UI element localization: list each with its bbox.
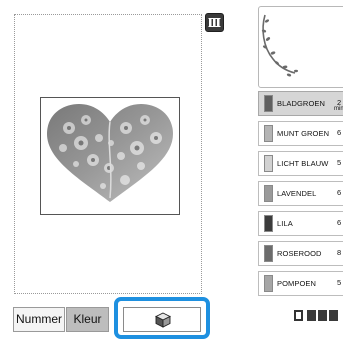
color-order-number: 6 bbox=[337, 128, 342, 137]
spool-icon bbox=[329, 310, 338, 321]
color-swatch bbox=[264, 245, 273, 262]
leaf-branch-preview bbox=[261, 14, 298, 77]
color-name: LILA bbox=[277, 219, 293, 228]
color-order-number: 5 bbox=[337, 278, 342, 287]
heart-floral-design bbox=[47, 104, 173, 202]
color-part-thumbnail bbox=[258, 6, 343, 88]
color-name: POMPOEN bbox=[277, 279, 317, 288]
color-row-roserood[interactable]: ROSEROOD 8 bbox=[258, 241, 343, 266]
color-time-unit: min bbox=[334, 106, 343, 112]
color-swatch bbox=[264, 275, 273, 292]
embroidery-design-frame bbox=[40, 97, 180, 215]
color-order-number: 5 bbox=[337, 158, 342, 167]
color-row-lavendel[interactable]: LAVENDEL 6 bbox=[258, 181, 343, 206]
number-button[interactable]: Nummer bbox=[13, 307, 65, 332]
color-swatch bbox=[264, 215, 273, 232]
color-name: BLADGROEN bbox=[277, 99, 325, 108]
color-row-bladgroen[interactable]: BLADGROEN 2 min bbox=[258, 91, 343, 116]
color-name: LICHT BLAUW bbox=[277, 159, 329, 168]
color-name: LAVENDEL bbox=[277, 189, 317, 198]
color-row-licht-blauw[interactable]: LICHT BLAUW 5 bbox=[258, 151, 343, 176]
color-swatch bbox=[264, 185, 273, 202]
color-order-number: 6 bbox=[337, 218, 342, 227]
color-name: MUNT GROEN bbox=[277, 129, 330, 138]
spool-icon bbox=[318, 310, 327, 321]
color-row-pompoen[interactable]: POMPOEN 5 bbox=[258, 271, 343, 296]
thread-spool-indicator bbox=[290, 305, 343, 327]
color-row-munt-groen[interactable]: MUNT GROEN 6 bbox=[258, 121, 343, 146]
thread-view-button[interactable] bbox=[205, 13, 224, 32]
color-swatch bbox=[264, 125, 273, 142]
color-name: ROSEROOD bbox=[277, 249, 322, 258]
color-swatch bbox=[264, 95, 273, 112]
color-order-number: 6 bbox=[337, 188, 342, 197]
3d-view-button[interactable] bbox=[123, 307, 201, 332]
color-swatch bbox=[264, 155, 273, 172]
spool-icon bbox=[307, 310, 316, 321]
color-row-lila[interactable]: LILA 6 bbox=[258, 211, 343, 236]
thread-spools-icon bbox=[208, 18, 221, 27]
color-order-number: 8 bbox=[337, 248, 342, 257]
color-button[interactable]: Kleur bbox=[66, 307, 109, 332]
spool-icon bbox=[294, 310, 303, 321]
3d-cube-icon bbox=[155, 312, 171, 328]
